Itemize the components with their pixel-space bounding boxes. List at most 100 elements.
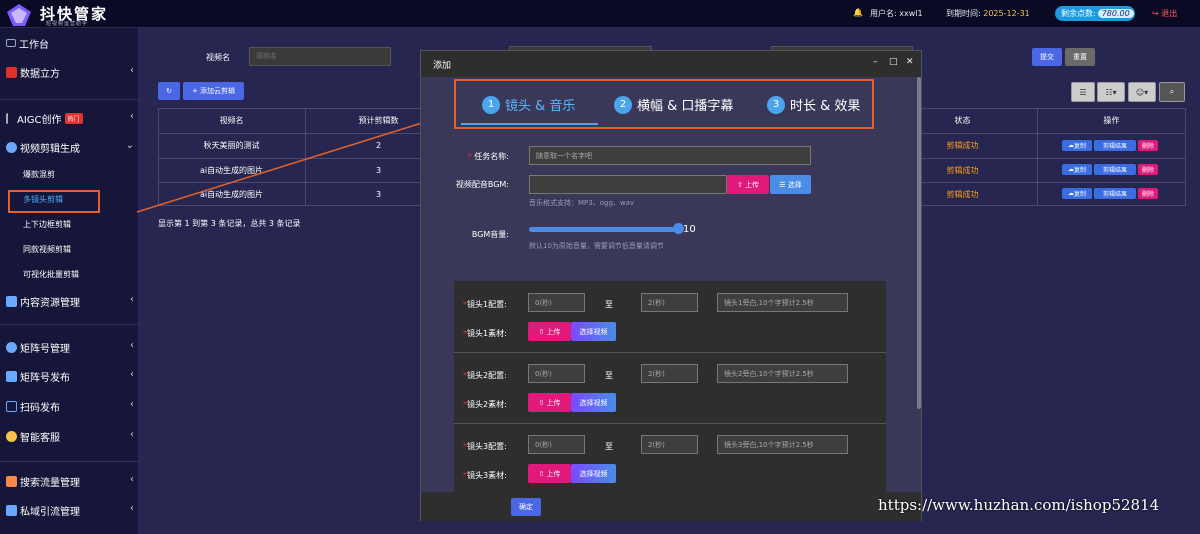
- shot2-select-video-button[interactable]: 选择视频: [571, 393, 616, 412]
- sidebar-item-scan-publish[interactable]: 扫码发布 ‹: [6, 397, 134, 415]
- sidebar-item-label: 私域引流管理: [20, 506, 80, 518]
- close-icon[interactable]: ✕: [906, 57, 914, 67]
- active-tab-indicator: [461, 123, 598, 125]
- ai-icon: [6, 112, 14, 124]
- volume-slider[interactable]: [529, 227, 681, 232]
- modal-scrollbar[interactable]: [917, 77, 921, 409]
- pagination-info: 显示第 1 到第 3 条记录，总共 3 条记录: [158, 219, 301, 228]
- edit-result-button[interactable]: 剪辑结果: [1094, 188, 1136, 199]
- bell-icon[interactable]: 🔔: [853, 8, 863, 17]
- shot1-upload-button[interactable]: ⇧ 上传: [528, 322, 571, 341]
- delete-button[interactable]: 删除: [1138, 188, 1158, 199]
- edit-result-button[interactable]: 剪辑结果: [1094, 164, 1136, 175]
- upload-bgm-button[interactable]: ⇧ 上传: [727, 175, 769, 194]
- sidebar-sub-same-video[interactable]: 同款视频剪辑: [23, 244, 71, 255]
- shot3-material-label: *镜头3素材:: [463, 471, 507, 480]
- sidebar-sub-batch-edit[interactable]: 可视化批量剪辑: [23, 269, 79, 280]
- shot-material-text: 镜头3素材:: [467, 471, 507, 480]
- user-icon: ☺▾: [1135, 87, 1149, 97]
- submit-button[interactable]: 提交: [1032, 48, 1062, 66]
- copy-button[interactable]: ☁ 复制: [1062, 188, 1092, 199]
- sidebar-item-matrix-publish[interactable]: 矩阵号发布 ‹: [6, 367, 134, 385]
- minimize-icon[interactable]: –: [873, 57, 878, 67]
- to-label: 至: [605, 300, 613, 309]
- modal-footer: 确定: [421, 492, 921, 521]
- shot3-select-video-button[interactable]: 选择视频: [571, 464, 616, 483]
- sidebar-item-label: 智能客服: [20, 432, 60, 444]
- top-bar: 抖快管家 短视频运营助手 🔔 用户名: xxwl1 到期时间: 2025-12-…: [0, 0, 1200, 28]
- logo-icon: [7, 4, 31, 26]
- refresh-button[interactable]: ↻: [158, 82, 180, 100]
- chevron-left-icon: ‹: [130, 340, 134, 351]
- search-toggle-button[interactable]: ⌕: [1159, 82, 1185, 102]
- list-view-button[interactable]: ☰: [1071, 82, 1095, 102]
- plus-icon: +: [191, 87, 198, 95]
- edit-result-button[interactable]: 剪辑结果: [1094, 140, 1136, 151]
- tab-shot-music[interactable]: 1 镜头 & 音乐: [482, 95, 575, 114]
- shot1-select-video-button[interactable]: 选择视频: [571, 322, 616, 341]
- grid-view-button[interactable]: ☷▾: [1097, 82, 1125, 102]
- select-bgm-button[interactable]: ☰ 选择: [770, 175, 811, 194]
- table-cell-name: 秋天美丽的测试: [203, 141, 260, 150]
- logout-button[interactable]: ↪ 退出: [1152, 8, 1177, 19]
- shot1-end-input[interactable]: 2(秒): [641, 293, 698, 312]
- shot3-start-input[interactable]: 0(秒): [528, 435, 585, 454]
- expire-value: 2025-12-31: [983, 9, 1030, 18]
- add-cloud-edit-button[interactable]: + 添加云剪辑: [183, 82, 244, 100]
- shot2-end-input[interactable]: 2(秒): [641, 364, 698, 383]
- list-icon: ☰: [1079, 87, 1087, 97]
- cube-icon: [6, 66, 17, 78]
- sidebar-item-content[interactable]: 内容资源管理 ‹: [6, 292, 134, 310]
- shot3-upload-button[interactable]: ⇧ 上传: [528, 464, 571, 483]
- divider: [454, 423, 886, 424]
- logout-label: 退出: [1161, 9, 1178, 18]
- task-name-label: * 任务名称:: [467, 152, 509, 161]
- delete-button[interactable]: 删除: [1138, 164, 1158, 175]
- chart-icon: [6, 39, 16, 47]
- delete-button[interactable]: 删除: [1138, 140, 1158, 151]
- confirm-button[interactable]: 确定: [511, 498, 541, 516]
- points-value: 780.00: [1097, 9, 1134, 18]
- app-logo: 抖快管家 短视频运营助手: [6, 3, 146, 27]
- sidebar-item-label: 扫码发布: [20, 402, 60, 414]
- sidebar-item-aigc[interactable]: AIGC创作 热门 ‹: [6, 109, 134, 127]
- modal-title: 添加: [433, 61, 452, 71]
- bgm-input[interactable]: [529, 175, 727, 194]
- search-input[interactable]: [249, 47, 391, 66]
- sidebar-item-matrix[interactable]: 矩阵号管理 ‹: [6, 338, 134, 356]
- maximize-icon[interactable]: □: [889, 57, 898, 67]
- sidebar-item-search-traffic[interactable]: 搜索流量管理 ‹: [6, 472, 134, 490]
- tab-duration-effect[interactable]: 3 时长 & 效果: [767, 95, 860, 114]
- tab-banner-subtitle[interactable]: 2 横幅 & 口播字幕: [614, 95, 733, 114]
- search-traffic-icon: [6, 475, 17, 487]
- shot2-narration-input[interactable]: 镜头2旁白,10个字预计2.5秒: [717, 364, 848, 383]
- sidebar-sub-hot-mix[interactable]: 爆款混剪: [23, 169, 55, 180]
- shot2-upload-button[interactable]: ⇧ 上传: [528, 393, 571, 412]
- shot2-config-label: *镜头2配置:: [463, 371, 507, 380]
- copy-button[interactable]: ☁ 复制: [1062, 164, 1092, 175]
- sidebar-item-private[interactable]: 私域引流管理 ‹: [6, 501, 134, 519]
- select-label: 选择: [787, 180, 802, 189]
- copy-button[interactable]: ☁ 复制: [1062, 140, 1092, 151]
- tab-label: 镜头 & 音乐: [505, 99, 576, 114]
- upload-label: 上传: [546, 398, 561, 407]
- sidebar-item-label: 内容资源管理: [20, 297, 80, 309]
- sidebar-item-video-edit[interactable]: 视频剪辑生成 ⌄: [6, 138, 134, 156]
- app-subtitle: 短视频运营助手: [46, 21, 89, 27]
- divider: [0, 99, 139, 100]
- shot1-start-input[interactable]: 0(秒): [528, 293, 585, 312]
- sidebar-item-dashboard[interactable]: 工作台: [6, 34, 134, 52]
- sidebar-item-data-cube[interactable]: 数据立方 ‹: [6, 63, 134, 81]
- sidebar-sub-border-edit[interactable]: 上下边框剪辑: [23, 219, 71, 230]
- copy-label: 复制: [1073, 167, 1086, 174]
- task-name-input[interactable]: 随意取一个名字吧: [529, 146, 811, 165]
- sidebar-item-label: 矩阵号发布: [20, 372, 70, 384]
- shot3-end-input[interactable]: 2(秒): [641, 435, 698, 454]
- columns-button[interactable]: ☺▾: [1128, 82, 1156, 102]
- tab-label: 横幅 & 口播字幕: [637, 99, 734, 114]
- reset-button[interactable]: 重置: [1065, 48, 1095, 66]
- sidebar-item-service[interactable]: 智能客服 ‹: [6, 427, 134, 445]
- shot1-narration-input[interactable]: 镜头1旁白,10个字预计2.5秒: [717, 293, 848, 312]
- shot3-narration-input[interactable]: 镜头3旁白,10个字预计2.5秒: [717, 435, 848, 454]
- shot2-start-input[interactable]: 0(秒): [528, 364, 585, 383]
